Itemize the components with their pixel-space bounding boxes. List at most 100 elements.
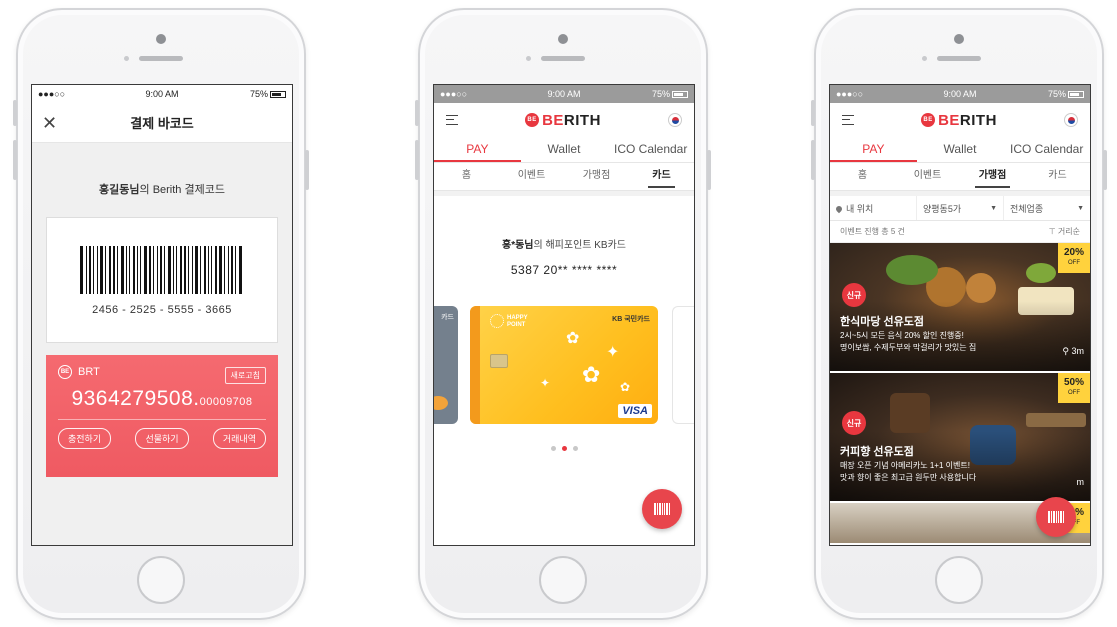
barcode-fab-button[interactable] — [642, 489, 682, 529]
korea-flag-icon[interactable] — [1064, 113, 1078, 127]
berith-logo: BE BE RITH — [525, 112, 601, 129]
store-description: 매장 오픈 기념 아메리카노 1+1 이벤트! 맛과 향이 좋은 최고급 원두만… — [840, 460, 1080, 484]
location-filter[interactable]: 내 위치 — [830, 196, 917, 220]
berith-logo-icon: BE — [58, 365, 72, 379]
payment-body: 홍길동님의 Berith 결제코드 2456 - 2525 - 5555 - 3… — [32, 143, 292, 545]
divider — [58, 419, 266, 420]
tab-pay[interactable]: PAY — [830, 137, 917, 162]
tab-ico-calendar[interactable]: ICO Calendar — [607, 137, 694, 162]
happypoint-brand: HAPPY POINT — [507, 315, 528, 329]
battery-indicator: 75% — [1048, 89, 1084, 99]
event-count: 이벤트 진행 총 5 건 — [840, 227, 905, 236]
barcode-bar — [149, 246, 151, 294]
refresh-button[interactable]: 새로고침 — [224, 367, 266, 384]
menu-icon[interactable] — [842, 115, 854, 125]
subtab-card[interactable]: 카드 — [629, 163, 694, 190]
barcode-image — [80, 246, 244, 294]
gift-button[interactable]: 선물하기 — [135, 428, 189, 449]
brt-actions: 충전하기 선물하기 거래내역 — [58, 428, 266, 449]
earpiece-speaker — [541, 56, 585, 61]
flower-icon: ✿ — [582, 362, 601, 387]
menu-icon[interactable] — [446, 115, 458, 125]
discount-badge: 50% OFF — [1058, 373, 1090, 403]
barcode-card: 2456 - 2525 - 5555 - 3665 — [46, 217, 278, 343]
korea-flag-icon[interactable] — [668, 113, 682, 127]
berith-logo: BE BE RITH — [921, 112, 997, 129]
new-badge: 신규 — [842, 283, 866, 307]
barcode-icon — [654, 503, 670, 515]
status-time: 9:00 AM — [943, 89, 977, 99]
subtab-event[interactable]: 이벤트 — [895, 163, 960, 190]
barcode-bar — [137, 246, 138, 294]
barcode-bar — [215, 246, 217, 294]
barcode-bar — [140, 246, 141, 294]
discount-badge: 20%OFF — [1058, 243, 1090, 273]
subtab-card[interactable]: 카드 — [1025, 163, 1090, 190]
store-card[interactable]: 50% OFF 신규 커피향 선유도점 매장 오픈 기념 아메리카노 1+1 이벤… — [830, 373, 1090, 501]
status-time: 9:00 AM — [145, 89, 179, 99]
greens-image — [1026, 263, 1056, 283]
barcode-bar — [133, 246, 135, 294]
status-bar: ●●●○○ 9:00 AM 75% — [830, 85, 1090, 103]
barcode-bar — [239, 246, 242, 294]
barcode-bar — [93, 246, 94, 294]
tab-ico-calendar[interactable]: ICO Calendar — [1003, 137, 1090, 162]
close-icon[interactable]: ✕ — [42, 113, 57, 134]
greens-image — [886, 255, 938, 285]
barcode-bar — [109, 246, 111, 294]
store-card[interactable]: 20% OFF 신규 한식마당 선유도점 2시~5시 모든 음식 20% 할인 진… — [830, 243, 1090, 371]
home-button[interactable] — [539, 556, 587, 604]
barcode-owner: 홍길동님의 Berith 결제코드 — [32, 181, 292, 197]
previous-card[interactable]: 카드 — [434, 306, 458, 424]
subtab-merchant[interactable]: 가맹점 — [960, 163, 1025, 190]
tab-wallet[interactable]: Wallet — [917, 137, 1004, 162]
proximity-sensor — [526, 56, 531, 61]
home-button[interactable] — [137, 556, 185, 604]
barcode-number: 2456 - 2525 - 5555 - 3665 — [92, 304, 232, 316]
subtab-home[interactable]: 홈 — [830, 163, 895, 190]
proximity-sensor — [124, 56, 129, 61]
barcode-bar — [157, 246, 158, 294]
sort-button[interactable]: ⊤ 거리순 — [1049, 226, 1080, 237]
next-card[interactable] — [672, 306, 694, 424]
tab-wallet[interactable]: Wallet — [521, 137, 608, 162]
brt-amount-main: 9364279508. — [71, 387, 200, 410]
previous-card-label: 카드 — [441, 314, 454, 321]
category-dropdown[interactable]: 전체업종 ▼ — [1004, 196, 1090, 220]
history-button[interactable]: 거래내역 — [212, 428, 266, 449]
barcode-fab-button[interactable] — [1036, 497, 1076, 537]
main-tabs: PAY Wallet ICO Calendar — [434, 137, 694, 163]
area-dropdown[interactable]: 양평동5가 ▼ — [917, 196, 1004, 220]
barcode-bar — [188, 246, 189, 294]
barcode-bar — [113, 246, 115, 294]
barcode-bar — [168, 246, 171, 294]
battery-indicator: 75% — [652, 89, 688, 99]
barcode-bar — [176, 246, 177, 294]
power-button — [707, 150, 711, 190]
subtab-event[interactable]: 이벤트 — [499, 163, 564, 190]
home-button[interactable] — [935, 556, 983, 604]
carousel-dot[interactable] — [550, 446, 556, 451]
store-distance: m — [1076, 477, 1085, 487]
carousel-dot-active[interactable] — [561, 446, 567, 451]
store-desc-line2: 맛과 향이 좋은 최고급 원두만 사용합니다 — [840, 473, 977, 482]
barcode-bar — [89, 246, 91, 294]
chevron-down-icon: ▼ — [1077, 204, 1084, 212]
subtab-home[interactable]: 홈 — [434, 163, 499, 190]
barcode-icon — [1048, 511, 1064, 523]
tab-pay[interactable]: PAY — [434, 137, 521, 162]
phone-mockup-payment-barcode: ●●●○○ 9:00 AM 75% ✕ 결제 바코드 홍길동님의 Berith … — [13, 8, 309, 620]
carousel-dot[interactable] — [572, 446, 578, 451]
barcode-bar — [126, 246, 127, 294]
filter-bar: 내 위치 양평동5가 ▼ 전체업종 ▼ — [830, 191, 1090, 221]
store-desc-line1: 매장 오픈 기념 아메리카노 1+1 이벤트! — [840, 461, 970, 470]
location-filter-label: 내 위치 — [846, 203, 874, 214]
main-tabs: PAY Wallet ICO Calendar — [830, 137, 1090, 163]
charge-button[interactable]: 충전하기 — [58, 428, 112, 449]
page-title: 결제 바코드 — [130, 116, 194, 131]
store-desc-line1: 2시~5시 모든 음식 20% 할인 진행중! — [840, 331, 964, 340]
brt-balance-card: BE BRT 새로고침 9364279508.00009708 충전하기 선물하… — [46, 355, 278, 477]
kb-happypoint-card[interactable]: HAPPY POINT KB 국민카드 ✿ ✦ ✿ ✦ ✿ VISA — [470, 306, 658, 424]
subtab-merchant[interactable]: 가맹점 — [564, 163, 629, 190]
mute-switch — [13, 100, 17, 126]
